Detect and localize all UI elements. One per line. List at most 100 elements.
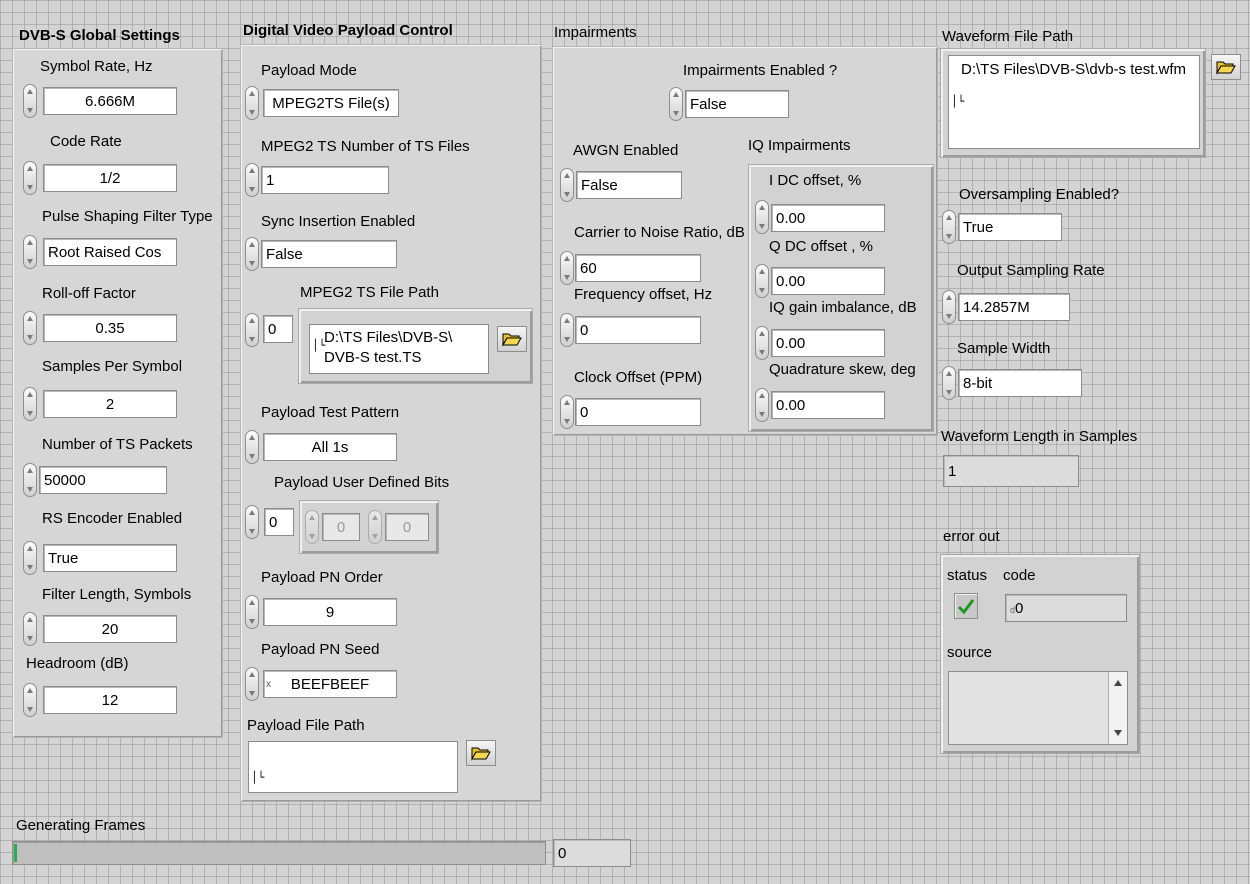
ts-file-path-index-spinner[interactable] (245, 313, 259, 347)
payload-file-browse-button[interactable] (466, 740, 496, 766)
generating-frames-count: 0 (553, 839, 631, 867)
sample-width-label: Sample Width (957, 340, 1051, 357)
awgn-enabled-label: AWGN Enabled (573, 142, 679, 159)
rolloff-label: Roll-off Factor (42, 285, 136, 302)
user-bits-bit0-input[interactable]: 0 (322, 513, 360, 541)
payload-mode-label: Payload Mode (261, 62, 357, 79)
code-rate-spinner[interactable] (23, 161, 37, 195)
awgn-enabled-input[interactable]: False (576, 171, 682, 199)
oversampling-input[interactable]: True (958, 213, 1062, 241)
iq-gain-imbalance-spinner[interactable] (755, 326, 769, 360)
clock-offset-spinner[interactable] (560, 395, 574, 429)
ts-file-browse-button[interactable] (497, 326, 527, 352)
pn-seed-value: BEEFBEEF (290, 676, 370, 693)
sample-width-spinner[interactable] (942, 366, 956, 400)
hex-radix-indicator: x (266, 679, 271, 690)
q-dc-offset-spinner[interactable] (755, 264, 769, 298)
iq-impairments-title: IQ Impairments (748, 137, 851, 154)
user-bits-index-input[interactable]: 0 (264, 508, 294, 536)
headroom-label: Headroom (dB) (26, 655, 129, 672)
quadrature-skew-input[interactable]: 0.00 (771, 391, 885, 419)
scroll-up-icon[interactable] (1114, 680, 1122, 686)
headroom-spinner[interactable] (23, 683, 37, 717)
sps-input[interactable]: 2 (43, 390, 177, 418)
checkmark-icon (957, 599, 975, 615)
error-status-indicator (954, 593, 978, 619)
clock-offset-input[interactable]: 0 (575, 398, 701, 426)
q-dc-offset-input[interactable]: 0.00 (771, 267, 885, 295)
ts-file-path-index-input[interactable]: 0 (263, 315, 293, 343)
user-bits-index-spinner[interactable] (245, 505, 259, 539)
rolloff-spinner[interactable] (23, 311, 37, 345)
awgn-enabled-spinner[interactable] (560, 168, 574, 202)
q-dc-offset-label: Q DC offset , % (769, 238, 873, 255)
pulse-filter-input[interactable]: Root Raised Cos (43, 238, 177, 266)
payload-mode-input[interactable]: MPEG2TS File(s) (263, 89, 399, 117)
quadrature-skew-spinner[interactable] (755, 388, 769, 422)
folder-open-icon (1216, 61, 1236, 75)
num-ts-files-input[interactable]: 1 (261, 166, 389, 194)
sps-spinner[interactable] (23, 387, 37, 421)
error-status-label: status (947, 567, 988, 584)
filter-length-label: Filter Length, Symbols (42, 586, 192, 603)
rolloff-input[interactable]: 0.35 (43, 314, 177, 342)
ts-file-path-input[interactable]: │└ D:\TS Files\DVB-S\ DVB-S test.TS (309, 324, 489, 374)
ts-packets-spinner[interactable] (23, 463, 37, 497)
waveform-browse-button[interactable] (1211, 54, 1241, 80)
rs-encoder-input[interactable]: True (43, 544, 177, 572)
test-pattern-spinner[interactable] (245, 430, 259, 464)
waveform-path-input[interactable]: │└ D:\TS Files\DVB-S\dvb-s test.wfm (948, 55, 1200, 149)
waveform-path-value: D:\TS Files\DVB-S\dvb-s test.wfm (961, 61, 1187, 78)
filter-length-spinner[interactable] (23, 612, 37, 646)
iq-gain-imbalance-input[interactable]: 0.00 (771, 329, 885, 357)
i-dc-offset-spinner[interactable] (755, 200, 769, 234)
symbol-rate-input[interactable]: 6.666M (43, 87, 177, 115)
filter-length-input[interactable]: 20 (43, 615, 177, 643)
user-bits-bit1-spinner[interactable] (368, 510, 382, 544)
generating-frames-label: Generating Frames (16, 817, 146, 834)
pn-seed-input[interactable]: x BEEFBEEF (263, 670, 397, 698)
payload-mode-spinner[interactable] (245, 86, 259, 120)
sampling-rate-input[interactable]: 14.2857M (958, 293, 1070, 321)
test-pattern-input[interactable]: All 1s (263, 433, 397, 461)
freq-offset-input[interactable]: 0 (575, 316, 701, 344)
error-code-indicator: d0 (1005, 594, 1127, 622)
sync-insertion-spinner[interactable] (245, 237, 259, 271)
impairments-enabled-spinner[interactable] (669, 87, 683, 121)
error-source-scrollbar[interactable] (1108, 672, 1127, 744)
scroll-down-icon[interactable] (1114, 730, 1122, 736)
code-rate-input[interactable]: 1/2 (43, 164, 177, 192)
error-out-title: error out (943, 528, 1000, 545)
payload-file-path-input[interactable]: │└ (248, 741, 458, 793)
path-glyph-icon: │└ (951, 95, 965, 108)
num-ts-files-spinner[interactable] (245, 163, 259, 197)
cnr-input[interactable]: 60 (575, 254, 701, 282)
oversampling-spinner[interactable] (942, 210, 956, 244)
pn-order-input[interactable]: 9 (263, 598, 397, 626)
symbol-rate-label: Symbol Rate, Hz (40, 58, 153, 75)
ts-file-path-line1: D:\TS Files\DVB-S\ (324, 329, 453, 346)
ts-packets-input[interactable]: 50000 (39, 466, 167, 494)
freq-offset-spinner[interactable] (560, 313, 574, 347)
error-source-indicator (948, 671, 1128, 745)
quadrature-skew-label: Quadrature skew, deg (769, 361, 916, 378)
symbol-rate-spinner[interactable] (23, 84, 37, 118)
pn-seed-spinner[interactable] (245, 667, 259, 701)
user-bits-bit1-input[interactable]: 0 (385, 513, 429, 541)
pn-order-spinner[interactable] (245, 595, 259, 629)
sample-width-input[interactable]: 8-bit (958, 369, 1082, 397)
impairments-enabled-input[interactable]: False (685, 90, 789, 118)
pn-order-label: Payload PN Order (261, 569, 383, 586)
waveform-length-indicator: 1 (943, 455, 1079, 487)
sampling-rate-spinner[interactable] (942, 290, 956, 324)
sync-insertion-input[interactable]: False (261, 240, 397, 268)
user-bits-bit0-spinner[interactable] (305, 510, 319, 544)
rs-encoder-spinner[interactable] (23, 541, 37, 575)
pulse-filter-spinner[interactable] (23, 235, 37, 269)
sync-insertion-label: Sync Insertion Enabled (261, 213, 416, 230)
payload-control-title: Digital Video Payload Control (243, 22, 453, 39)
cnr-spinner[interactable] (560, 251, 574, 285)
waveform-path-label: Waveform File Path (942, 28, 1074, 45)
i-dc-offset-input[interactable]: 0.00 (771, 204, 885, 232)
headroom-input[interactable]: 12 (43, 686, 177, 714)
